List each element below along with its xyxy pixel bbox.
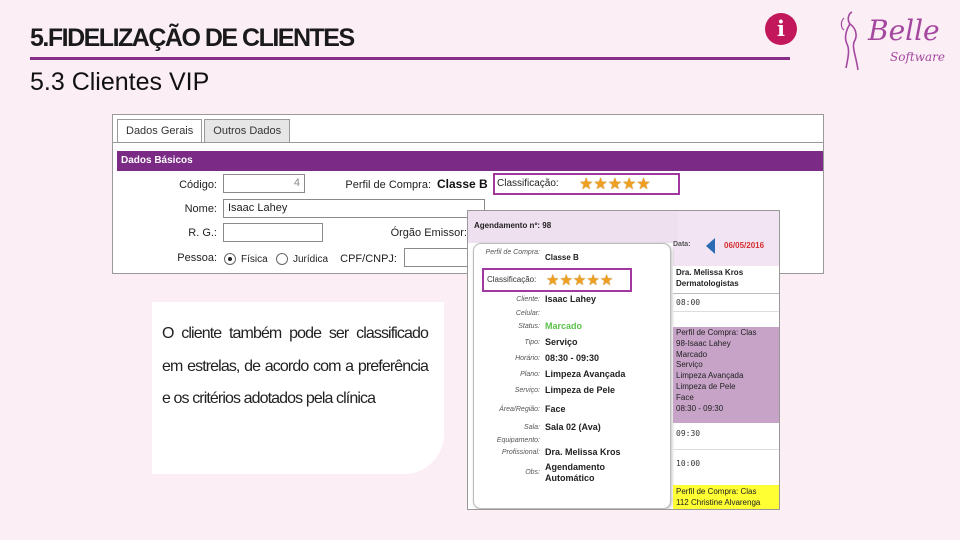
radio-juridica[interactable] — [276, 253, 288, 265]
radio-fisica[interactable] — [224, 253, 236, 265]
rg-field[interactable] — [223, 223, 323, 242]
brand-logo: Belle Software — [838, 8, 948, 78]
radio-fisica-label: Física — [241, 254, 268, 265]
cpf-field[interactable] — [404, 248, 470, 267]
dlg-perfil-value: Classe B — [545, 253, 579, 262]
dlg-sala-label: Sala: — [524, 424, 540, 431]
dlg-equipamento-label: Equipamento: — [496, 437, 540, 444]
star-icon: ★ — [572, 272, 587, 289]
star-icon: ★ — [599, 272, 614, 289]
dlg-status-label: Status: — [518, 323, 540, 330]
silhouette-icon — [840, 11, 859, 71]
explanation-card: O cliente também pode ser classificado e… — [152, 302, 444, 474]
dlg-tipo-label: Tipo: — [524, 339, 540, 346]
dlg-sala-value: Sala 02 (Ava) — [545, 422, 601, 432]
dlg-obs-value-2: Automático — [545, 473, 595, 483]
dlg-cliente-value[interactable]: Isaac Lahey — [545, 294, 596, 304]
explanation-text: O cliente também pode ser classificado e… — [162, 325, 429, 407]
dlg-obs-label: Obs: — [525, 469, 540, 476]
rating-highlight: Classificação: ★★★★★ — [493, 173, 680, 195]
time-slot-0800: 08:00 — [676, 298, 701, 307]
appt-line: 98-Isaac Lahey — [676, 338, 731, 348]
nome-field[interactable]: Isaac Lahey — [223, 199, 485, 218]
tab-outros-dados[interactable]: Outros Dados — [204, 119, 291, 143]
orgao-label: Órgão Emissor: — [390, 227, 467, 239]
row-divider — [673, 449, 779, 450]
dlg-profissional-label: Profissional: — [501, 449, 540, 456]
classificacao-label: Classificação: — [497, 178, 559, 189]
appt-line: Perfil de Compra: Clas — [676, 328, 757, 337]
star-icon: ★ — [607, 176, 623, 193]
appt-line: 112 Christine Alvarenga — [676, 497, 761, 507]
star-icon: ★ — [559, 272, 573, 289]
doctor-name: Dra. Melissa Kros — [676, 268, 744, 277]
dlg-area-value: Face — [545, 404, 566, 414]
star-icon: ★ — [622, 176, 637, 193]
logo-subtitle: Software — [890, 50, 945, 64]
appt-line: Face — [676, 392, 694, 402]
doctor-specialty: Dermatologistas — [676, 279, 739, 288]
dlg-area-label: Área/Região: — [499, 406, 540, 413]
row-divider — [673, 311, 779, 312]
perfil-label: Perfil de Compra: — [345, 179, 431, 191]
tab-divider — [113, 142, 823, 143]
dlg-perfil-label: Perfil de Compra: — [485, 249, 540, 256]
dlg-rating-highlight: Classificação: ★★★★★ — [482, 268, 632, 292]
dlg-tipo-value: Serviço — [545, 337, 578, 347]
dlg-classificacao-label: Classificação: — [487, 275, 537, 284]
slide-subtitle: 5.3 Clientes VIP — [30, 68, 210, 96]
codigo-field[interactable]: 4 — [223, 174, 305, 193]
agenda-dialog-title: Agendamento nº: 98 — [468, 211, 678, 243]
doctor-column-header: Dra. Melissa Kros Dermatologistas — [673, 266, 779, 294]
appointment-dialog: Perfil de Compra: Classe B Classificação… — [473, 243, 671, 509]
nome-label: Nome: — [184, 203, 217, 215]
dlg-celular-label: Celular: — [515, 310, 540, 317]
rg-label: R. G.: — [188, 227, 217, 239]
dlg-horario-label: Horário: — [515, 355, 540, 362]
title-divider — [30, 57, 790, 60]
info-icon[interactable]: i — [765, 13, 797, 45]
slide-title: 5.FIDELIZAÇÃO DE CLIENTES — [30, 24, 355, 52]
cpf-label: CPF/CNPJ: — [340, 253, 397, 265]
appointment-block-isaac[interactable]: Perfil de Compra: Clas 98-Isaac Lahey Ma… — [673, 327, 779, 423]
section-header: Dados Básicos — [117, 151, 823, 171]
codigo-label: Código: — [179, 179, 217, 191]
time-slot-0930: 09:30 — [676, 429, 701, 438]
appt-line: Serviço — [676, 360, 703, 370]
dlg-horario-value: 08:30 - 09:30 — [545, 353, 600, 363]
appt-line: Limpeza Avançada — [676, 371, 744, 381]
prev-date-arrow-icon[interactable] — [706, 238, 715, 254]
star-icon: ★ — [579, 176, 594, 193]
dlg-servico-value: Limpeza de Pele — [545, 385, 616, 395]
dlg-rating-stars[interactable]: ★★★★★ — [546, 272, 613, 290]
tab-dados-gerais[interactable]: Dados Gerais — [117, 119, 203, 143]
dlg-status-value: Marcado — [545, 321, 583, 331]
appt-line: Marcado — [676, 349, 708, 359]
dlg-plano-value: Limpeza Avançada — [545, 369, 626, 379]
date-label: Data: — [673, 241, 691, 248]
date-value[interactable]: 06/05/2016 — [724, 241, 764, 250]
appt-line: 08:30 - 09:30 — [676, 403, 724, 413]
appt-line: Limpeza de Pele — [676, 381, 736, 391]
rating-stars[interactable]: ★★★★★ — [579, 176, 651, 194]
dlg-servico-label: Serviço: — [514, 387, 540, 394]
star-icon: ★ — [636, 176, 651, 193]
form-tabs: Dados Gerais Outros Dados — [117, 119, 292, 143]
radio-juridica-label: Jurídica — [293, 254, 329, 265]
pessoa-label: Pessoa: — [177, 252, 217, 264]
dlg-plano-label: Plano: — [520, 371, 540, 378]
perfil-value: Classe B — [437, 177, 488, 191]
star-icon: ★ — [593, 176, 608, 193]
dlg-cliente-label: Cliente: — [516, 296, 540, 303]
appt-line: Perfil de Compra: Clas — [676, 487, 757, 496]
star-icon: ★ — [546, 272, 560, 289]
time-slot-1000: 10:00 — [676, 459, 701, 468]
star-icon: ★ — [586, 272, 600, 289]
dlg-profissional-value: Dra. Melissa Kros — [545, 447, 621, 457]
dlg-obs-value-1: Agendamento — [545, 462, 606, 472]
appointment-block-christine[interactable]: Perfil de Compra: Clas 112 Christine Alv… — [673, 485, 779, 509]
logo-wordmark: Belle — [868, 14, 940, 47]
agenda-screenshot: Agendamento nº: 98 Perfil de Compra: Cla… — [467, 210, 780, 510]
